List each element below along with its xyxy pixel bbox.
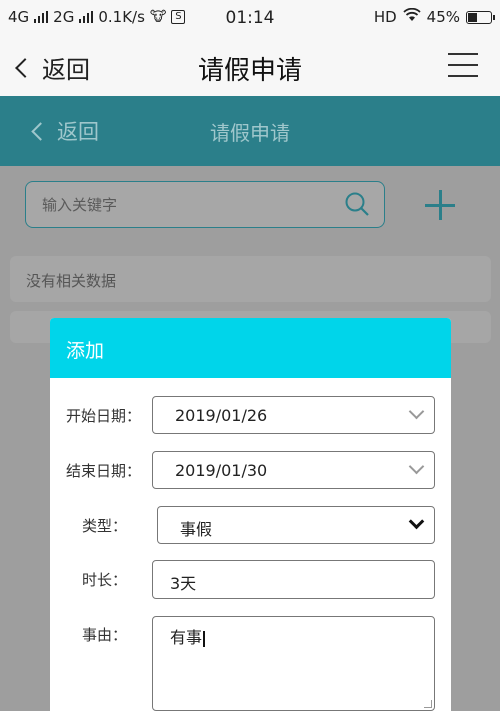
hamburger-icon: [448, 53, 478, 55]
chevron-down-icon: [408, 403, 425, 420]
reason-value: 有事: [170, 628, 203, 647]
status-bar: 4G 2G 0.1K/s 🐮 S 01:14 HD 45%: [0, 0, 500, 36]
chevron-down-icon: [408, 513, 425, 530]
add-leave-dialog: 添加 开始日期： 2019/01/26 结束日期： 2019/01/30 类型：…: [50, 318, 451, 711]
start-date-select[interactable]: 2019/01/26: [152, 396, 435, 434]
type-label: 类型：: [82, 517, 128, 535]
empty-state-text: 没有相关数据: [26, 272, 117, 290]
duration-value: 3天: [170, 574, 197, 593]
duration-label: 时长：: [82, 571, 128, 589]
dialog-header: 添加: [50, 318, 451, 378]
start-date-value: 2019/01/26: [175, 406, 268, 425]
search-placeholder: 输入关键字: [42, 196, 118, 214]
hd-label: HD: [373, 8, 397, 26]
chevron-down-icon: [408, 458, 425, 475]
resize-handle[interactable]: [424, 700, 432, 708]
header-title: 请假申请: [210, 121, 290, 145]
end-date-select[interactable]: 2019/01/30: [152, 451, 435, 489]
add-button[interactable]: [423, 188, 457, 222]
page-header: 返回 请假申请: [0, 96, 500, 166]
type-value: 事假: [180, 520, 213, 539]
empty-state-row: 没有相关数据: [10, 256, 491, 302]
battery-percent: 45%: [426, 8, 460, 26]
battery-icon: [466, 10, 495, 24]
search-icon[interactable]: [344, 191, 370, 217]
reason-label: 事由：: [82, 626, 128, 644]
reason-value-wrap: 有事: [170, 624, 206, 648]
end-date-value: 2019/01/30: [175, 461, 268, 480]
dialog-title: 添加: [66, 340, 105, 362]
top-navigation-bar: 返回 请假申请: [0, 36, 500, 96]
type-select[interactable]: 事假: [157, 506, 435, 544]
page-title: 请假申请: [197, 56, 302, 86]
duration-field[interactable]: 3天: [152, 560, 435, 599]
text-cursor: [203, 630, 206, 647]
end-date-label: 结束日期：: [66, 462, 142, 480]
reason-textarea[interactable]: 有事: [152, 616, 435, 711]
start-date-label: 开始日期：: [66, 407, 142, 425]
wifi-icon: [403, 7, 421, 26]
menu-button[interactable]: [448, 52, 478, 78]
search-input[interactable]: 输入关键字: [25, 181, 385, 228]
